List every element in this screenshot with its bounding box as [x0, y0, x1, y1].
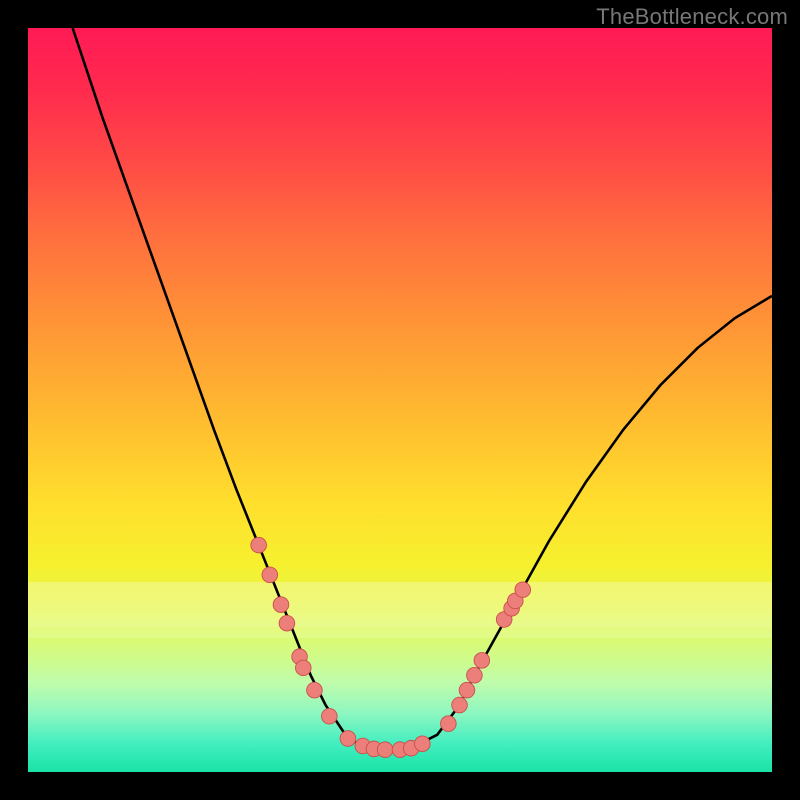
curve-marker — [340, 731, 356, 747]
chart-frame: TheBottleneck.com — [0, 0, 800, 800]
watermark-text: TheBottleneck.com — [596, 4, 788, 30]
curve-marker — [279, 615, 295, 631]
curve-marker — [377, 742, 393, 758]
curve-marker — [322, 708, 338, 724]
curve-marker — [452, 697, 468, 713]
curve-marker — [295, 660, 311, 676]
curve-marker — [467, 667, 483, 683]
curve-marker — [307, 682, 323, 698]
curve-marker — [415, 736, 431, 752]
curve-marker — [251, 537, 267, 553]
curve-marker — [459, 682, 475, 698]
curve-marker — [515, 582, 531, 598]
bottleneck-curve-line — [73, 28, 772, 750]
plot-area — [28, 28, 772, 772]
curve-marker — [262, 567, 278, 583]
curve-marker — [441, 716, 457, 732]
bottleneck-curve-svg — [28, 28, 772, 772]
curve-marker — [474, 653, 490, 669]
curve-marker — [273, 597, 289, 613]
